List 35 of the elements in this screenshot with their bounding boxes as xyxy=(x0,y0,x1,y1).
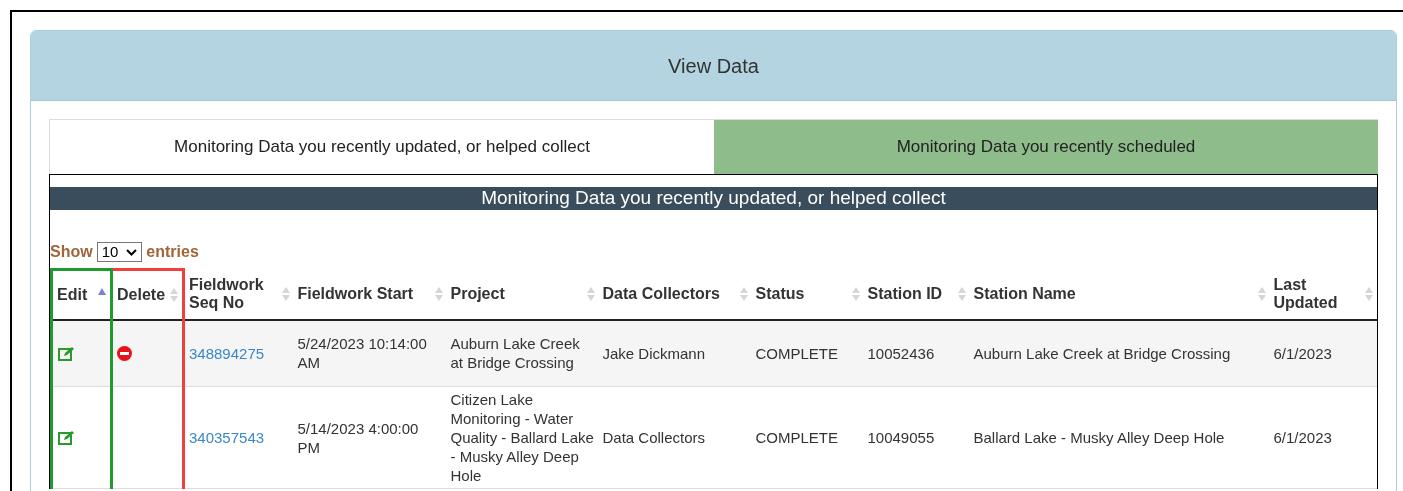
delete-icon[interactable] xyxy=(117,345,132,361)
column-header[interactable]: Fieldwork Start xyxy=(293,269,447,320)
tab[interactable]: Monitoring Data you recently scheduled xyxy=(714,120,1378,174)
column-header[interactable]: Fieldwork Seq No xyxy=(183,269,294,320)
table-cell: 6/1/2023 xyxy=(1269,319,1377,387)
table-cell: 5/24/2023 10:14:00 AM xyxy=(293,319,447,387)
column-header[interactable]: Data Collectors xyxy=(598,269,752,320)
edit-icon[interactable] xyxy=(58,345,75,361)
column-header[interactable]: Edit xyxy=(51,269,112,320)
table-cell: 10052436 xyxy=(863,319,970,387)
table-cell: Auburn Lake Creek at Bridge Crossing xyxy=(969,319,1270,387)
panel-title: View Data xyxy=(668,53,759,79)
edit-icon[interactable] xyxy=(58,430,75,445)
entries-label: entries xyxy=(146,242,199,262)
column-header[interactable]: Project xyxy=(446,269,599,320)
entries-select[interactable]: 10 xyxy=(96,242,143,262)
seq-no-link[interactable]: 340357543 xyxy=(183,386,294,489)
table-cell: 6/1/2023 xyxy=(1269,386,1377,489)
chevron-icon xyxy=(126,248,138,256)
table-cell: Citizen Lake Monitoring - Water Quality - Ballard Lake - Musky Alley Deep Hole xyxy=(446,386,599,489)
table-cell: 10049055 xyxy=(863,386,970,489)
column-header[interactable]: Status xyxy=(751,269,864,320)
table-cell: 5/14/2023 4:00:00 PM xyxy=(293,386,447,489)
table-cell: COMPLETE xyxy=(751,386,864,489)
show-label: Show xyxy=(50,242,93,262)
table-cell: Ballard Lake - Musky Alley Deep Hole xyxy=(969,386,1270,489)
column-header[interactable]: Station ID xyxy=(863,269,970,320)
table-cell: Auburn Lake Creek at Bridge Crossing xyxy=(446,319,599,387)
column-header[interactable]: Last Updated xyxy=(1269,269,1377,320)
seq-no-link[interactable]: 348894275 xyxy=(183,319,294,387)
table-title-bar: Monitoring Data you recently updated, or helped collect xyxy=(50,187,1377,210)
table-cell: COMPLETE xyxy=(751,319,864,387)
table-cell: Jake Dickmann xyxy=(598,319,752,387)
column-header[interactable]: Station Name xyxy=(969,269,1270,320)
table-cell: Data Collectors xyxy=(598,386,752,489)
